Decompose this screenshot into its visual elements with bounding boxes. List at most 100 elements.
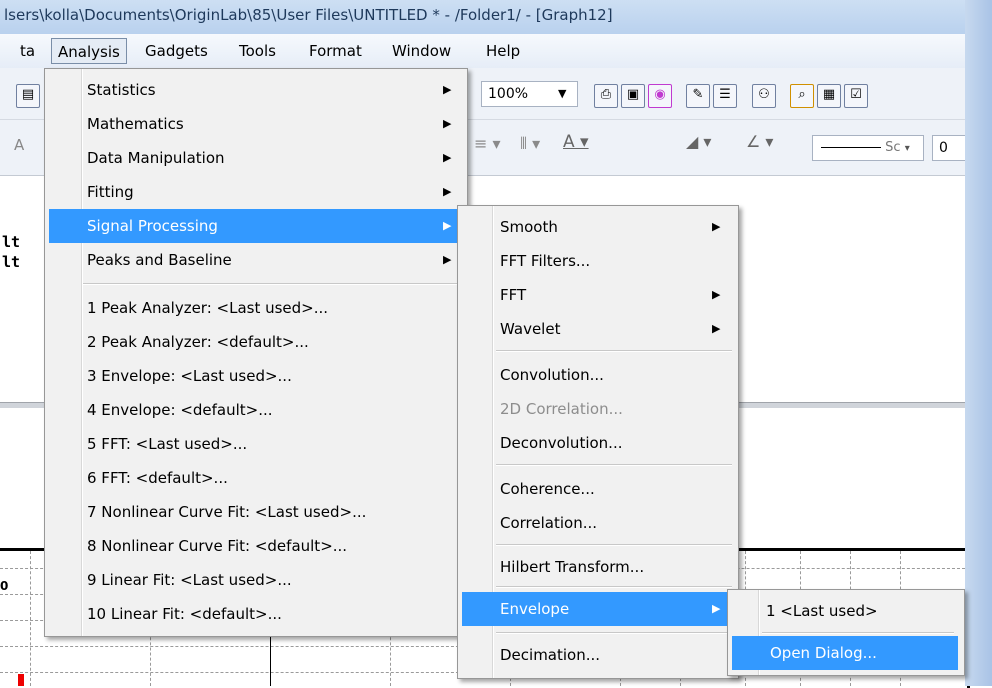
edit-table-icon[interactable]: ☑	[844, 84, 868, 108]
recent-item-3[interactable]: 3 Envelope: <Last used>...	[45, 359, 465, 393]
title-bar: lsers\kolla\Documents\OriginLab\85\User …	[0, 0, 992, 34]
chevron-right-icon: ▶	[712, 322, 721, 335]
menu-item-label: Smooth	[500, 218, 558, 236]
recent-item-8[interactable]: 8 Nonlinear Curve Fit: <default>...	[45, 529, 465, 563]
recent-item-4[interactable]: 4 Envelope: <default>...	[45, 393, 465, 427]
chevron-right-icon: ▶	[443, 83, 452, 96]
recent-item-2[interactable]: 2 Peak Analyzer: <default>...	[45, 325, 465, 359]
font-glyph: A	[14, 136, 25, 154]
menu-item-label: Fitting	[87, 183, 134, 201]
fill-color-icon[interactable]: ◢ ▾	[686, 132, 711, 151]
envelope-menu: 1 <Last used> Open Dialog...	[727, 589, 965, 676]
data-marker	[18, 674, 24, 686]
spacing-icon[interactable]: ⦀ ▾	[520, 134, 540, 154]
menu-item-signal-processing[interactable]: Signal Processing ▶	[49, 209, 461, 243]
menu-item-statistics[interactable]: Statistics ▶	[45, 73, 465, 107]
font-color-icon[interactable]: A ▾	[563, 132, 589, 152]
line-style-label: Sc	[885, 140, 901, 155]
presentation-icon[interactable]: ▣	[621, 84, 645, 108]
menu-window[interactable]: Window	[386, 38, 457, 64]
menu-item-mathematics[interactable]: Mathematics ▶	[45, 107, 465, 141]
menu-help[interactable]: Help	[480, 38, 526, 64]
recent-item-6[interactable]: 6 FFT: <default>...	[45, 461, 465, 495]
desktop-background	[965, 0, 992, 686]
recent-item-7[interactable]: 7 Nonlinear Curve Fit: <Last used>...	[45, 495, 465, 529]
menu-separator	[496, 544, 732, 546]
menu-item-envelope[interactable]: Envelope ▶	[462, 592, 732, 626]
recent-item-1[interactable]: 1 Peak Analyzer: <Last used>...	[45, 291, 465, 325]
signal-processing-menu: Smooth ▶ FFT Filters... FFT ▶ Wavelet ▶ …	[457, 205, 739, 679]
menu-tools[interactable]: Tools	[233, 38, 282, 64]
menu-item-label: Open Dialog...	[770, 644, 877, 662]
table-icon[interactable]: ▦	[817, 84, 841, 108]
menu-data[interactable]: ta	[14, 38, 41, 64]
menu-item-fft[interactable]: FFT ▶	[458, 278, 736, 312]
menu-separator	[496, 632, 732, 634]
menu-item-label: Statistics	[87, 81, 156, 99]
menu-item-label: 2D Correlation...	[500, 400, 623, 418]
menu-format[interactable]: Format	[303, 38, 368, 64]
menu-item-label: Hilbert Transform...	[500, 558, 645, 576]
recent-item-5[interactable]: 5 FFT: <Last used>...	[45, 427, 465, 461]
menu-item-label: 4 Envelope: <default>...	[87, 401, 273, 419]
menu-item-label: Data Manipulation	[87, 149, 225, 167]
menu-item-correlation[interactable]: Correlation...	[458, 506, 736, 540]
menu-item-label: Correlation...	[500, 514, 598, 532]
menu-item-label: Wavelet	[500, 320, 561, 338]
hierarchy-icon[interactable]: ⚇	[752, 84, 776, 108]
menu-item-data-manipulation[interactable]: Data Manipulation ▶	[45, 141, 465, 175]
menu-item-open-dialog[interactable]: Open Dialog...	[732, 636, 958, 670]
menu-item-label: Mathematics	[87, 115, 184, 133]
recent-item-9[interactable]: 9 Linear Fit: <Last used>...	[45, 563, 465, 597]
menu-item-deconvolution[interactable]: Deconvolution...	[458, 426, 736, 460]
menu-item-label: Peaks and Baseline	[87, 251, 232, 269]
window-title: lsers\kolla\Documents\OriginLab\85\User …	[4, 6, 613, 24]
menu-item-label: Envelope	[500, 600, 570, 618]
menu-item-2d-correlation: 2D Correlation...	[458, 392, 736, 426]
menu-gadgets[interactable]: Gadgets	[139, 38, 214, 64]
align-icon[interactable]: ≡ ▾	[474, 134, 501, 153]
line-color-icon[interactable]: ∠ ▾	[746, 132, 773, 151]
workspace-text: lt	[2, 253, 21, 271]
menu-item-hilbert-transform[interactable]: Hilbert Transform...	[458, 550, 736, 584]
line-style-combo[interactable]: Sc ▾	[812, 135, 924, 161]
zoom-value: 100%	[488, 86, 529, 102]
menu-item-coherence[interactable]: Coherence...	[458, 472, 736, 506]
menu-item-label: Convolution...	[500, 366, 604, 384]
layout-icon[interactable]: ☰	[713, 84, 737, 108]
zoom-icon[interactable]: ⌕	[790, 84, 814, 108]
menu-item-wavelet[interactable]: Wavelet ▶	[458, 312, 736, 346]
menu-item-fitting[interactable]: Fitting ▶	[45, 175, 465, 209]
menu-item-peaks-and-baseline[interactable]: Peaks and Baseline ▶	[45, 243, 465, 277]
notes-icon[interactable]: ✎	[686, 84, 710, 108]
chevron-right-icon: ▶	[443, 185, 452, 198]
menu-item-label: 7 Nonlinear Curve Fit: <Last used>...	[87, 503, 367, 521]
gridline	[30, 551, 31, 686]
print-icon[interactable]: ⎙	[594, 84, 618, 108]
menu-item-fft-filters[interactable]: FFT Filters...	[458, 244, 736, 278]
menu-analysis[interactable]: Analysis	[51, 38, 127, 64]
chevron-right-icon: ▶	[443, 117, 452, 130]
workspace-text: lt	[2, 233, 21, 251]
open-icon[interactable]: ▤	[16, 84, 40, 108]
menu-item-smooth[interactable]: Smooth ▶	[458, 210, 736, 244]
menu-item-convolution[interactable]: Convolution...	[458, 358, 736, 392]
menu-separator	[83, 283, 461, 285]
export-icon[interactable]: ◉	[648, 84, 672, 108]
menu-item-label: 6 FFT: <default>...	[87, 469, 228, 487]
menu-item-label: Deconvolution...	[500, 434, 623, 452]
menu-item-label: 2 Peak Analyzer: <default>...	[87, 333, 309, 351]
menu-item-decimation[interactable]: Decimation...	[458, 638, 736, 672]
menu-separator	[762, 632, 954, 634]
axis-tick-label: 0	[0, 579, 9, 593]
menu-item-label: Coherence...	[500, 480, 595, 498]
chevron-right-icon: ▶	[712, 288, 721, 301]
menu-separator	[496, 586, 732, 588]
chevron-right-icon: ▶	[712, 220, 721, 233]
chevron-down-icon[interactable]: ▼	[558, 84, 574, 104]
menu-separator	[496, 350, 732, 352]
menu-item-label: 10 Linear Fit: <default>...	[87, 605, 282, 623]
menu-item-last-used[interactable]: 1 <Last used>	[728, 594, 962, 628]
analysis-menu: Statistics ▶ Mathematics ▶ Data Manipula…	[44, 68, 468, 637]
recent-item-10[interactable]: 10 Linear Fit: <default>...	[45, 597, 465, 631]
